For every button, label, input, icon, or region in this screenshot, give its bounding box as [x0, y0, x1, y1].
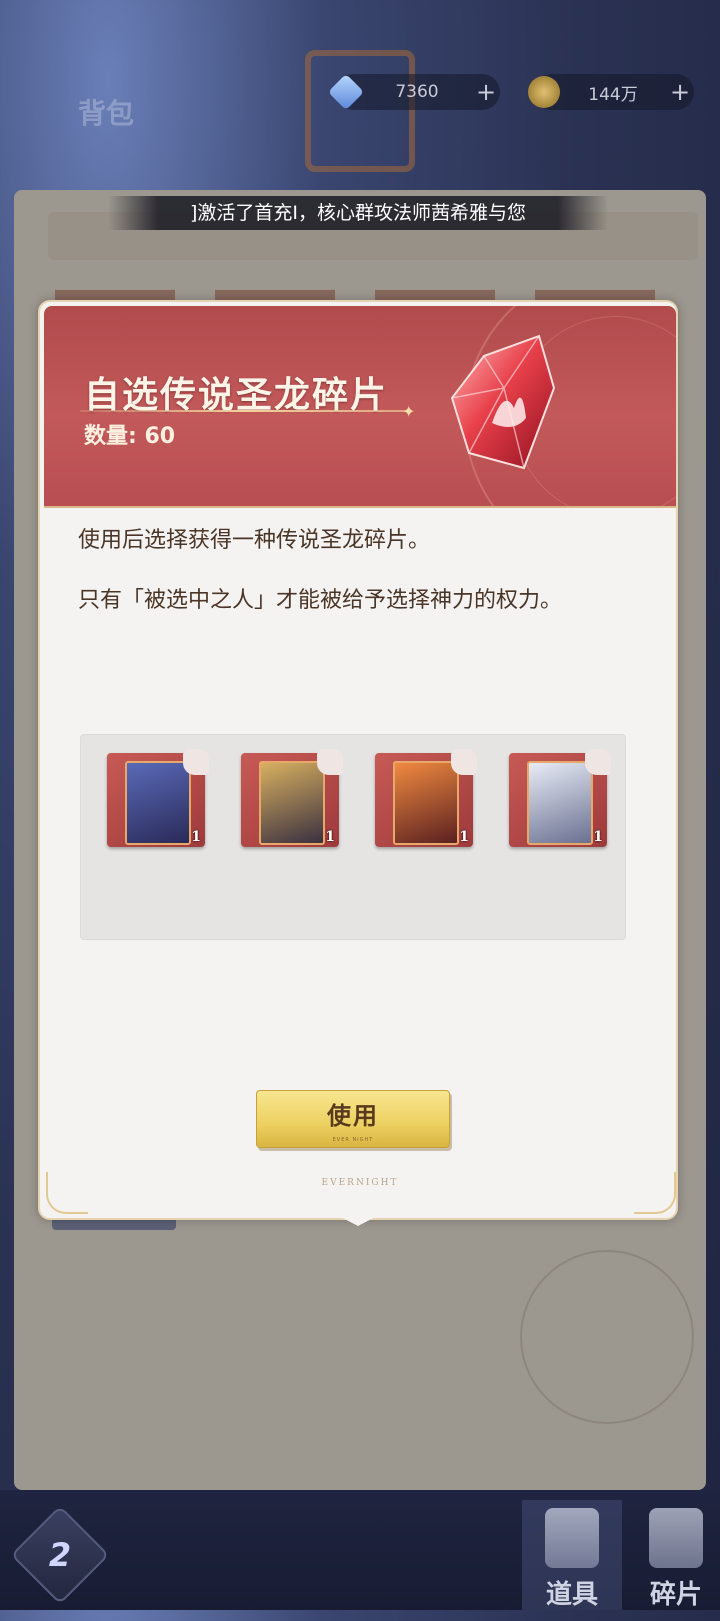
description-line-2: 只有「被选中之人」才能被给予选择神力的权力。 — [78, 588, 563, 613]
use-button-label: 使用 — [327, 1101, 379, 1130]
inventory-tiles — [55, 290, 655, 300]
tab-fragments-label: 碎片 — [649, 1580, 702, 1610]
gold-amount: 144万 — [588, 84, 638, 105]
add-gem-button[interactable]: + — [472, 78, 500, 106]
modal-body: 自选传说圣龙碎片 ✦ 数量: 60 使用后选择获得一种传说圣龙碎片。 只有「被选… — [38, 300, 678, 1220]
choice-shard-fire[interactable]: 1 — [375, 749, 477, 849]
tab-fragments[interactable]: 碎片 — [626, 1500, 720, 1610]
puzzle-piece-icon — [183, 749, 209, 775]
use-button[interactable]: 使用 EVER NIGHT — [256, 1090, 450, 1148]
description-line-1: 使用后选择获得一种传说圣龙碎片。 — [78, 528, 431, 553]
decorative-circle — [520, 1250, 694, 1424]
footer-brand: EVERNIGHT — [321, 1178, 399, 1188]
choice-shard-dark[interactable]: 1 — [107, 749, 209, 849]
puzzle-piece-icon — [317, 749, 343, 775]
sparkle-icon: ✦ — [402, 402, 416, 421]
shard-count: 1 — [459, 829, 469, 845]
item-description: 使用后选择获得一种传说圣龙碎片。 只有「被选中之人」才能被给予选择神力的权力。 — [78, 524, 638, 644]
red-crystal-icon — [450, 334, 556, 470]
item-frame-decoration — [305, 50, 415, 172]
choice-shard-white[interactable]: 1 — [509, 749, 611, 849]
tab-items[interactable]: 道具 — [522, 1500, 622, 1610]
use-button-sublabel: EVER NIGHT — [332, 1137, 374, 1143]
shard-count: 1 — [191, 829, 201, 845]
gem-currency-bar: 7360 + — [327, 73, 500, 111]
choice-shard-gold[interactable]: 1 — [241, 749, 343, 849]
white-dragon-art — [527, 761, 593, 845]
fire-dragon-art — [393, 761, 459, 845]
puzzle-piece-icon — [585, 749, 611, 775]
item-detail-modal: 自选传说圣龙碎片 ✦ 数量: 60 使用后选择获得一种传说圣龙碎片。 只有「被选… — [38, 300, 680, 1232]
shard-count: 1 — [593, 829, 603, 845]
puzzle-piece-icon — [451, 749, 477, 775]
gold-currency-bar: 144万 + — [528, 74, 694, 110]
modal-header: 自选传说圣龙碎片 ✦ 数量: 60 — [44, 306, 676, 508]
item-quantity: 数量: 60 — [84, 424, 176, 449]
shard-count: 1 — [325, 829, 335, 845]
shard-choice-list: 1 1 1 1 — [80, 734, 626, 940]
dark-dragon-art — [125, 761, 191, 845]
system-notice: ]激活了首充Ⅰ，核心群攻法师茜希雅与您 — [108, 196, 608, 230]
page-title: 背包 — [78, 97, 135, 130]
gold-coin-icon — [528, 76, 560, 108]
title-divider — [80, 410, 410, 412]
item-icon — [545, 1508, 599, 1568]
add-gold-button[interactable]: + — [666, 78, 694, 106]
tab-items-label: 道具 — [545, 1580, 598, 1610]
gold-dragon-art — [259, 761, 325, 845]
gem-amount: 7360 — [395, 82, 439, 102]
fragment-icon — [649, 1508, 703, 1568]
